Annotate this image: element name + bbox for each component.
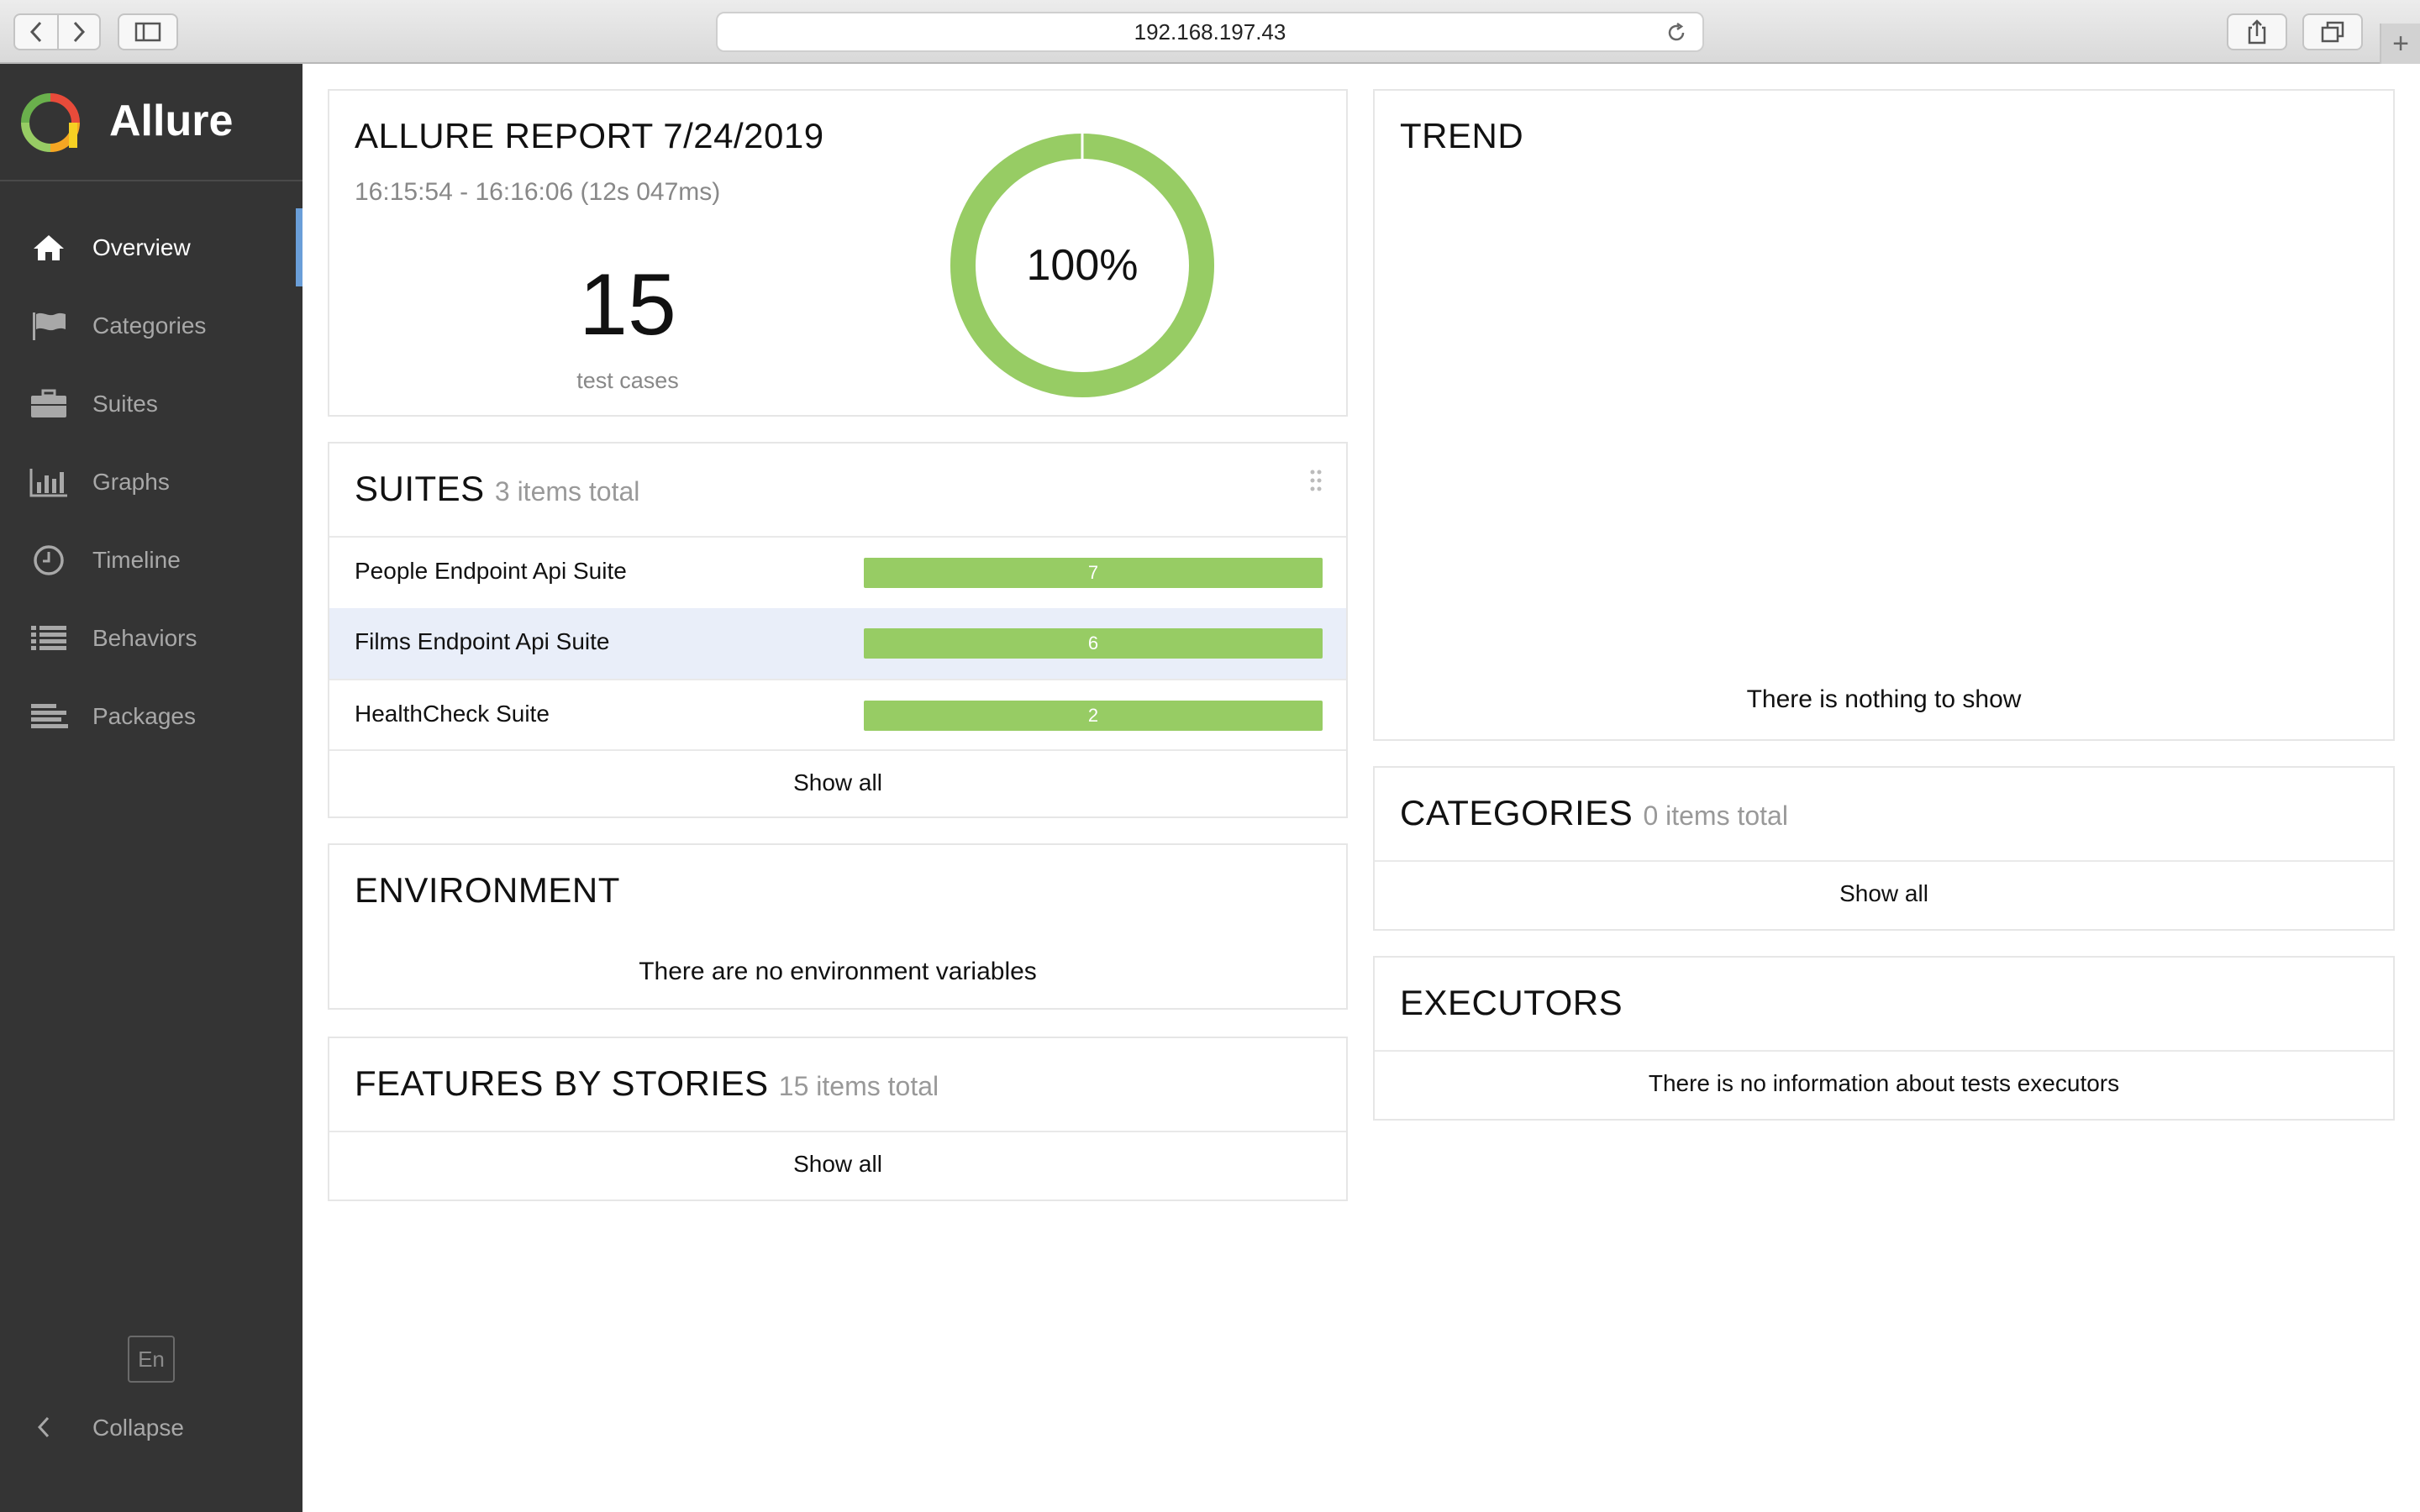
list-icon — [29, 622, 69, 655]
divider — [329, 1131, 1346, 1132]
reload-icon[interactable] — [1665, 22, 1687, 44]
sidebar-item-label: Graphs — [92, 468, 170, 495]
sidebar-item-behaviors[interactable]: Behaviors — [0, 599, 302, 677]
sidebar-item-label: Suites — [92, 390, 158, 417]
drag-handle-icon[interactable] — [1309, 469, 1323, 492]
suite-name: People Endpoint Api Suite — [355, 558, 627, 584]
suite-status-bar: 6 — [864, 628, 1323, 659]
categories-show-all-link[interactable]: Show all — [1375, 880, 2393, 907]
collapse-button[interactable]: Collapse — [0, 1403, 302, 1453]
trend-widget: TREND There is nothing to show — [1373, 89, 2395, 741]
home-icon — [29, 231, 69, 265]
sidebar: Allure Overview Categories Suites Graphs — [0, 64, 302, 1512]
trend-empty-message: There is nothing to show — [1746, 685, 2022, 713]
sidebar-item-packages[interactable]: Packages — [0, 677, 302, 755]
suite-row[interactable]: HealthCheck Suite 2 — [329, 680, 1346, 751]
brand[interactable]: Allure — [0, 64, 302, 181]
sidebar-item-label: Overview — [92, 234, 191, 260]
tabs-overview-button[interactable] — [2302, 13, 2363, 50]
browser-toolbar: 192.168.197.43 + — [0, 0, 2420, 64]
sidebar-item-label: Packages — [92, 702, 196, 729]
suites-widget: SUITES 3 items total People Endpoint Api… — [328, 442, 1348, 818]
executors-title: EXECUTORS — [1400, 983, 1623, 1022]
environment-empty-message: There are no environment variables — [639, 958, 1037, 985]
plus-icon: + — [2392, 27, 2409, 60]
allure-logo-icon — [21, 93, 80, 152]
environment-widget: ENVIRONMENT There are no environment var… — [328, 843, 1348, 1010]
chevron-right-icon — [73, 21, 86, 43]
sidebar-icon — [134, 22, 161, 42]
divider — [1375, 1050, 2393, 1052]
tabs-icon — [2321, 21, 2344, 43]
language-button[interactable]: En — [128, 1336, 175, 1383]
chevron-left-icon — [37, 1416, 50, 1438]
flag-icon — [29, 309, 69, 343]
summary-title: ALLURE REPORT 7/24/2019 — [355, 116, 824, 155]
sidebar-item-overview[interactable]: Overview — [0, 208, 302, 286]
suites-title-text: SUITES — [355, 469, 485, 508]
address-bar[interactable]: 192.168.197.43 — [716, 12, 1704, 52]
suites-show-all-link[interactable]: Show all — [329, 769, 1346, 796]
briefcase-icon — [29, 387, 69, 421]
executors-widget: EXECUTORS There is no information about … — [1373, 956, 2395, 1121]
test-case-count-label: test cases — [576, 368, 679, 393]
sidebar-menu: Overview Categories Suites Graphs Timeli… — [0, 208, 302, 755]
trend-title: TREND — [1400, 116, 1524, 155]
sidebar-item-categories[interactable]: Categories — [0, 286, 302, 365]
divider — [329, 749, 1346, 751]
bar-chart-icon — [29, 465, 69, 499]
suites-count: 3 items total — [494, 476, 640, 507]
sidebar-item-label: Categories — [92, 312, 207, 339]
sidebar-item-graphs[interactable]: Graphs — [0, 443, 302, 521]
categories-widget: CATEGORIES 0 items total Show all — [1373, 766, 2395, 931]
suite-status-bar: 2 — [864, 701, 1323, 731]
features-count: 15 items total — [778, 1071, 939, 1101]
collapse-label: Collapse — [92, 1415, 184, 1441]
address-text: 192.168.197.43 — [1134, 18, 1286, 45]
test-case-count: 15 — [579, 256, 676, 354]
suite-name: HealthCheck Suite — [355, 701, 550, 727]
categories-count: 0 items total — [1643, 801, 1788, 831]
share-button[interactable] — [2227, 13, 2287, 50]
features-show-all-link[interactable]: Show all — [329, 1151, 1346, 1178]
categories-title: CATEGORIES 0 items total — [1400, 793, 1788, 833]
share-icon — [2248, 19, 2266, 45]
sidebar-item-suites[interactable]: Suites — [0, 365, 302, 443]
divider — [1375, 860, 2393, 862]
back-button[interactable] — [15, 15, 57, 49]
sidebar-toggle-button[interactable] — [118, 13, 178, 50]
summary-time: 16:15:54 - 16:16:06 (12s 047ms) — [355, 178, 721, 206]
brand-name: Allure — [109, 97, 234, 145]
features-widget: FEATURES BY STORIES 15 items total Show … — [328, 1037, 1348, 1201]
align-left-icon — [29, 700, 69, 733]
clock-icon — [29, 543, 69, 577]
sidebar-item-label: Timeline — [92, 546, 181, 573]
history-buttons — [13, 13, 101, 50]
chevron-left-icon — [29, 21, 42, 43]
suite-row[interactable]: People Endpoint Api Suite 7 — [329, 538, 1346, 608]
new-tab-button[interactable]: + — [2380, 24, 2420, 64]
suite-row[interactable]: Films Endpoint Api Suite 6 — [329, 608, 1346, 679]
categories-title-text: CATEGORIES — [1400, 793, 1634, 832]
features-title: FEATURES BY STORIES 15 items total — [355, 1063, 939, 1104]
executors-empty-message: There is no information about tests exec… — [1648, 1070, 2120, 1096]
summary-widget: ALLURE REPORT 7/24/2019 16:15:54 - 16:16… — [328, 89, 1348, 417]
suite-status-bar: 7 — [864, 558, 1323, 588]
suite-name: Films Endpoint Api Suite — [355, 628, 610, 654]
features-title-text: FEATURES BY STORIES — [355, 1063, 769, 1103]
environment-title: ENVIRONMENT — [355, 870, 620, 910]
pass-rate-label: 100% — [1026, 241, 1139, 290]
sidebar-item-label: Behaviors — [92, 624, 197, 651]
suites-title: SUITES 3 items total — [355, 469, 639, 509]
sidebar-item-timeline[interactable]: Timeline — [0, 521, 302, 599]
forward-button[interactable] — [57, 15, 99, 49]
